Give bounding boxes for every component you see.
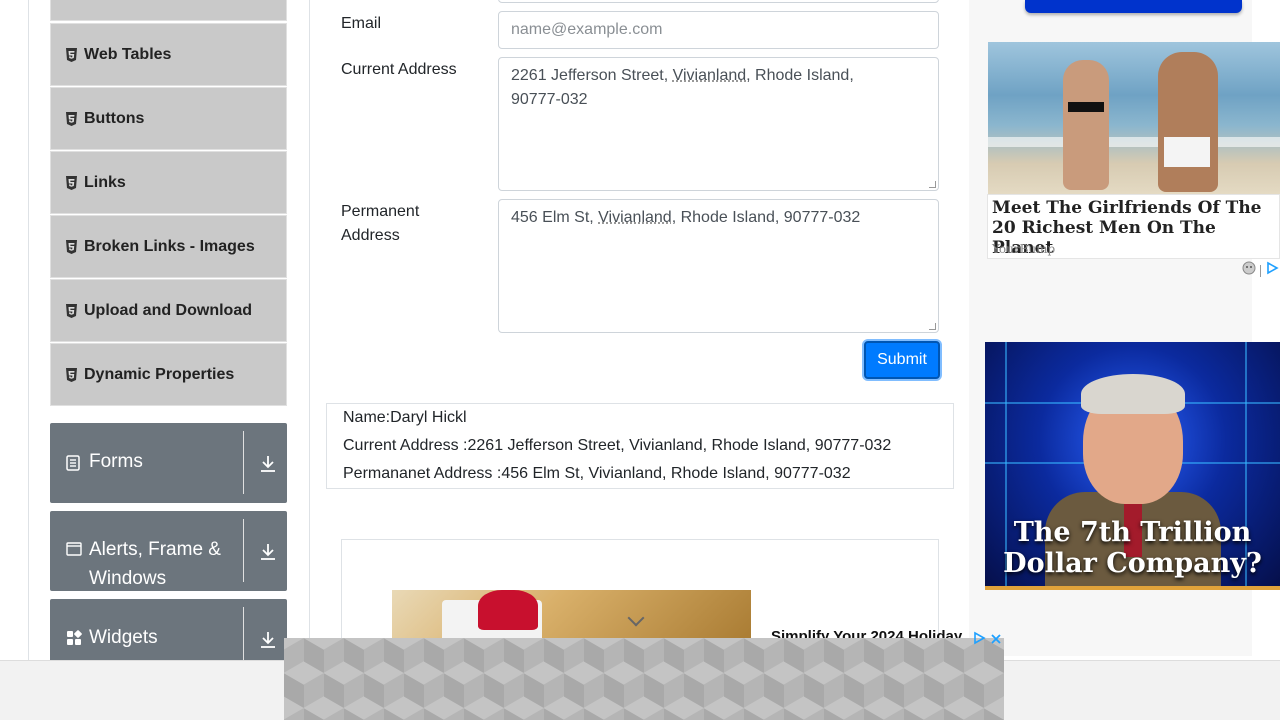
html5-icon bbox=[65, 239, 79, 254]
sidebar-group-forms[interactable]: Forms bbox=[50, 423, 287, 503]
ad-choices-icon[interactable] bbox=[972, 631, 986, 650]
spellcheck-word: Vivianland bbox=[598, 209, 672, 226]
ad-source: YourBump bbox=[992, 242, 1056, 256]
tech-ad-caption[interactable]: The 7th Trillion Dollar Company? bbox=[985, 517, 1280, 579]
sidebar-item-label: Web Tables bbox=[84, 45, 172, 63]
beach-ad-image[interactable] bbox=[988, 42, 1280, 194]
permanent-address-label: Permanent Address bbox=[341, 200, 419, 248]
current-address-field[interactable]: 2261 Jefferson Street, Vivianland, Rhode… bbox=[498, 57, 939, 191]
sidebar-item-label: Upload and Download bbox=[84, 301, 252, 319]
sidebar-item-buttons[interactable]: Buttons bbox=[50, 87, 287, 150]
submit-button[interactable]: Submit bbox=[864, 341, 940, 379]
permanent-address-label-line2: Address bbox=[341, 227, 400, 244]
woman-figure bbox=[1063, 60, 1109, 190]
previous-field-bottom[interactable] bbox=[498, 0, 939, 3]
html5-icon bbox=[65, 111, 79, 126]
download-arrow-icon[interactable] bbox=[260, 631, 276, 649]
gift-bow bbox=[478, 590, 538, 630]
sidebar-item-upload-download[interactable]: Upload and Download bbox=[50, 279, 287, 342]
output-current-address: Current Address :2261 Jefferson Street, … bbox=[343, 437, 892, 454]
email-placeholder: name@example.com bbox=[511, 21, 663, 38]
html5-icon bbox=[65, 367, 79, 382]
close-icon[interactable] bbox=[990, 632, 1002, 650]
swim-shorts bbox=[1164, 137, 1210, 167]
permanent-address-label-line1: Permanent bbox=[341, 203, 420, 220]
group-separator bbox=[243, 431, 244, 494]
sidebar-item-web-tables[interactable]: Web Tables bbox=[50, 23, 287, 86]
email-label: Email bbox=[341, 15, 382, 32]
ad-cta-button[interactable] bbox=[1025, 0, 1242, 13]
sidebar-divider bbox=[309, 0, 310, 660]
bottom-ad-banner[interactable] bbox=[284, 638, 1004, 720]
html5-icon bbox=[65, 303, 79, 318]
sea-wave bbox=[988, 137, 1280, 147]
permanent-address-text: , Rhode Island, 90777-032 bbox=[671, 209, 861, 226]
swimsuit bbox=[1068, 102, 1104, 112]
left-rail bbox=[28, 0, 29, 660]
sidebar-group-label: Widgets bbox=[89, 627, 158, 648]
group-separator bbox=[243, 519, 244, 582]
resize-handle[interactable] bbox=[929, 323, 936, 330]
ad-options[interactable] bbox=[1242, 261, 1279, 280]
current-address-text: , Rhode Island, bbox=[746, 67, 854, 84]
chevron-down-icon[interactable] bbox=[627, 609, 645, 627]
face-icon[interactable] bbox=[1242, 261, 1256, 280]
group-separator bbox=[243, 607, 244, 660]
sidebar-item-label: Dynamic Properties bbox=[84, 365, 235, 383]
download-arrow-icon[interactable] bbox=[260, 455, 276, 473]
permanent-address-field[interactable]: 456 Elm St, Vivianland, Rhode Island, 90… bbox=[498, 199, 939, 333]
permanent-address-text: 456 Elm St, bbox=[511, 209, 599, 226]
ad-choices-icon[interactable] bbox=[1265, 261, 1279, 280]
window-icon bbox=[66, 542, 82, 556]
sidebar-group-label: Alerts, Frame & Windows bbox=[89, 539, 221, 589]
sidebar-item-label: Buttons bbox=[84, 109, 145, 127]
current-address-text: 90777-032 bbox=[511, 91, 588, 108]
sidebar-group-alerts[interactable]: Alerts, Frame & Windows bbox=[50, 511, 287, 591]
sidebar-item-links[interactable]: Links bbox=[50, 151, 287, 214]
resize-handle[interactable] bbox=[929, 181, 936, 188]
hair bbox=[1081, 374, 1185, 414]
widgets-icon bbox=[66, 630, 82, 646]
output-permanent-address: Permananet Address :456 Elm St, Vivianla… bbox=[343, 465, 851, 482]
sidebar-item-top[interactable] bbox=[50, 0, 287, 21]
current-address-text: 2261 Jefferson Street, bbox=[511, 67, 673, 84]
divider bbox=[1260, 264, 1261, 277]
sidebar-item-dynamic-properties[interactable]: Dynamic Properties bbox=[50, 343, 287, 406]
email-field[interactable]: name@example.com bbox=[498, 11, 939, 49]
current-address-label: Current Address bbox=[341, 61, 457, 78]
download-arrow-icon[interactable] bbox=[260, 543, 276, 561]
sidebar-group-widgets[interactable]: Widgets bbox=[50, 599, 287, 660]
html5-icon bbox=[65, 47, 79, 62]
output-name: Name:Daryl Hickl bbox=[343, 409, 467, 426]
sidebar-item-label: Links bbox=[84, 173, 126, 191]
sidebar-group-label: Forms bbox=[89, 451, 143, 472]
sidebar-item-broken-links[interactable]: Broken Links - Images bbox=[50, 215, 287, 278]
html5-icon bbox=[65, 175, 79, 190]
man-figure bbox=[1158, 52, 1218, 192]
output-panel: Name:Daryl Hickl Current Address :2261 J… bbox=[326, 403, 954, 489]
inline-ad-choices[interactable] bbox=[972, 631, 1002, 650]
spellcheck-word: Vivianland bbox=[672, 67, 747, 84]
sidebar-item-label: Broken Links - Images bbox=[84, 237, 255, 255]
form-icon bbox=[66, 455, 80, 471]
